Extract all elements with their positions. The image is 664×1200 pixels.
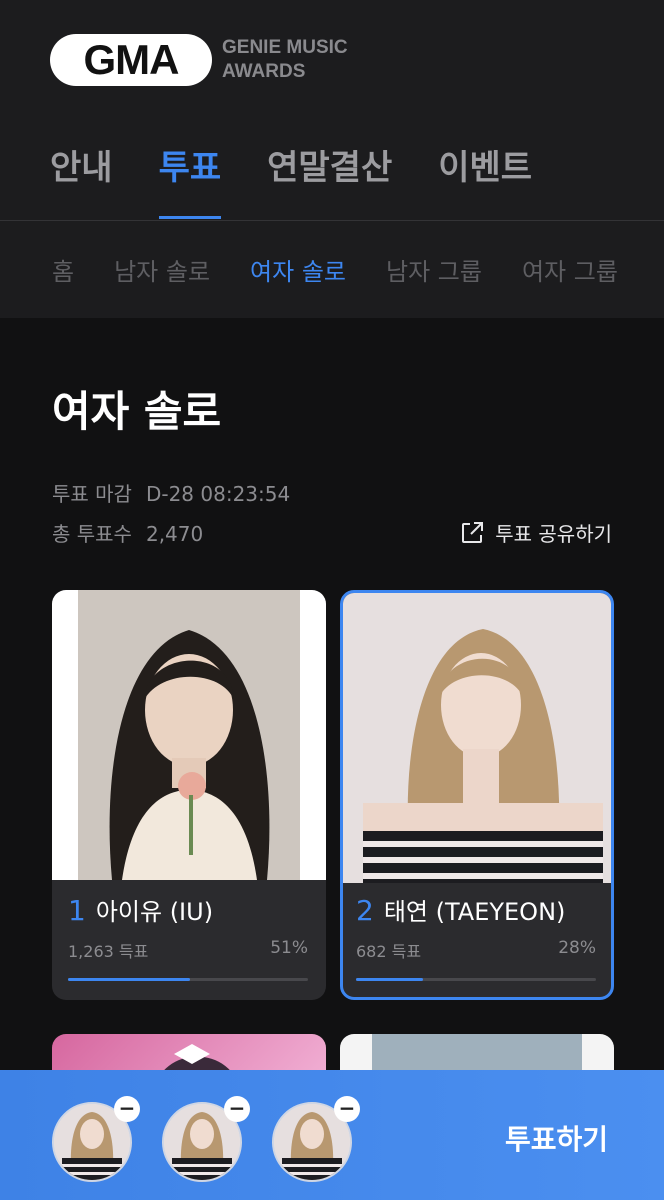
tab-year-end[interactable]: 연말결산 [267, 140, 392, 220]
gma-logo-text: GENIE MUSIC AWARDS [222, 36, 348, 84]
gma-logo[interactable]: GMA GENIE MUSIC AWARDS [50, 34, 348, 86]
top-header: GMA GENIE MUSIC AWARDS 안내 투표 연말결산 이벤트 홈 … [0, 0, 664, 318]
minus-icon[interactable]: − [224, 1096, 250, 1122]
candidate-votes: 682 득표 [356, 938, 421, 962]
category-tabs: 홈 남자 솔로 여자 솔로 남자 그룹 여자 그룹 [52, 252, 618, 287]
tab-info[interactable]: 안내 [50, 140, 113, 220]
category-tab-male-solo[interactable]: 남자 솔로 [114, 252, 210, 287]
vote-button[interactable]: 투표하기 [505, 1118, 608, 1158]
candidate-name: 2 태연 (TAEYEON) [356, 892, 565, 927]
main-tabs: 안내 투표 연말결산 이벤트 [50, 140, 532, 220]
vote-count: 682 [356, 942, 387, 961]
total-votes-row: 총 투표수 2,470 [52, 518, 203, 547]
candidate-percent: 51% [270, 938, 308, 958]
candidate-rank: 1 [68, 894, 86, 927]
category-tab-male-group[interactable]: 남자 그룹 [386, 252, 482, 287]
candidate-card-selected[interactable]: 2 태연 (TAEYEON) 682 득표 28% [340, 590, 614, 1000]
candidate-votes: 1,263 득표 [68, 938, 148, 962]
vote-progress-fill [356, 978, 424, 981]
deadline-label: 투표 마감 [52, 482, 132, 506]
vote-progress-bar [68, 978, 308, 981]
deadline-row: 투표 마감 D-28 08:23:54 [52, 478, 290, 507]
vote-unit: 득표 [391, 942, 422, 961]
vote-progress-bar [356, 978, 596, 981]
tab-vote[interactable]: 투표 [158, 140, 221, 220]
category-tab-home[interactable]: 홈 [52, 252, 74, 287]
candidate-card[interactable]: 1 아이유 (IU) 1,263 득표 51% [52, 590, 326, 1000]
logo-line-1: GENIE MUSIC [222, 37, 348, 58]
vote-tray: − − − 투표하기 [0, 1070, 664, 1200]
candidate-photo [343, 593, 611, 883]
candidate-name-text: 아이유 (IU) [95, 898, 214, 926]
total-votes-label: 총 투표수 [52, 522, 132, 546]
gma-logo-mark: GMA [50, 34, 212, 86]
category-tab-female-solo[interactable]: 여자 솔로 [250, 252, 346, 287]
vote-unit: 득표 [118, 942, 149, 961]
page-title: 여자 솔로 [52, 387, 222, 436]
share-icon [462, 521, 484, 543]
candidate-rank: 2 [356, 894, 374, 927]
minus-icon[interactable]: − [334, 1096, 360, 1122]
vote-progress-fill [68, 978, 191, 981]
vote-count: 1,263 [68, 942, 114, 961]
category-tab-female-group[interactable]: 여자 그룹 [522, 252, 618, 287]
candidate-name: 1 아이유 (IU) [68, 892, 213, 927]
deadline-value: D-28 08:23:54 [145, 482, 291, 506]
minus-icon[interactable]: − [114, 1096, 140, 1122]
header-divider [0, 220, 664, 221]
tab-event[interactable]: 이벤트 [438, 140, 532, 220]
share-label: 투표 공유하기 [495, 522, 612, 546]
candidate-percent: 28% [558, 938, 596, 958]
candidate-photo [52, 590, 326, 880]
logo-line-2: AWARDS [222, 61, 306, 82]
candidate-name-text: 태연 (TAEYEON) [383, 898, 566, 926]
share-vote-button[interactable]: 투표 공유하기 [459, 518, 612, 547]
total-votes-value: 2,470 [145, 522, 204, 546]
